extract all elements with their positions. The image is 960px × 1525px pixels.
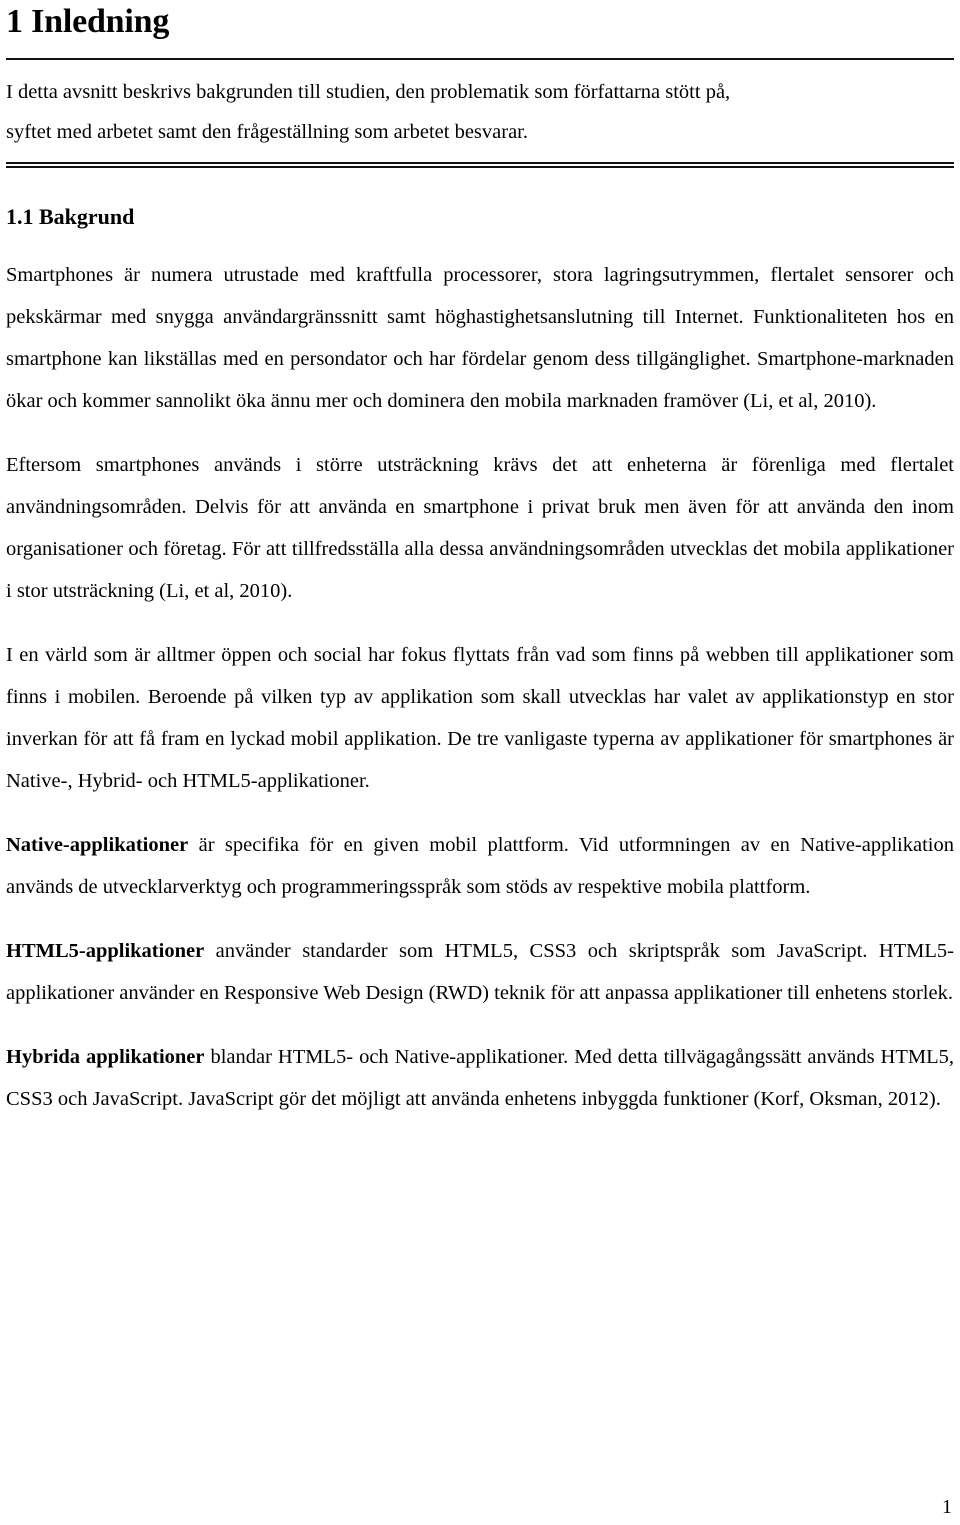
- paragraph-lead-term: HTML5-applikationer: [6, 940, 205, 963]
- page-title: 1 Inledning: [6, 3, 170, 40]
- paragraph-lead-term: Hybrida applikationer: [6, 1046, 205, 1069]
- document-page: 1 Inledning I detta avsnitt beskrivs bak…: [0, 0, 960, 1525]
- paragraph-text: Smartphones är numera utrustade med kraf…: [6, 264, 954, 413]
- abstract-line: I detta avsnitt beskrivs bakgrunden till…: [6, 80, 731, 103]
- page-number: 1: [942, 1496, 952, 1518]
- body-paragraph: I en värld som är alltmer öppen och soci…: [6, 612, 954, 802]
- section-heading: 1.1 Bakgrund: [6, 203, 135, 229]
- paragraph-text: I en värld som är alltmer öppen och soci…: [6, 644, 954, 793]
- paragraph-lead-term: Native-applikationer: [6, 834, 189, 857]
- abstract-block: I detta avsnitt beskrivs bakgrunden till…: [6, 60, 954, 162]
- body-paragraph: Smartphones är numera utrustade med kraf…: [6, 230, 954, 422]
- body-paragraph: HTML5-applikationer använder standarder …: [6, 908, 954, 1014]
- abstract-line: syftet med arbetet samt den frågeställni…: [6, 120, 528, 143]
- paragraph-text: Eftersom smartphones används i större ut…: [6, 454, 954, 603]
- body-paragraph: Native-applikationer är specifika för en…: [6, 802, 954, 908]
- body-paragraph: Eftersom smartphones används i större ut…: [6, 422, 954, 612]
- body-paragraph: Hybrida applikationer blandar HTML5- och…: [6, 1014, 954, 1120]
